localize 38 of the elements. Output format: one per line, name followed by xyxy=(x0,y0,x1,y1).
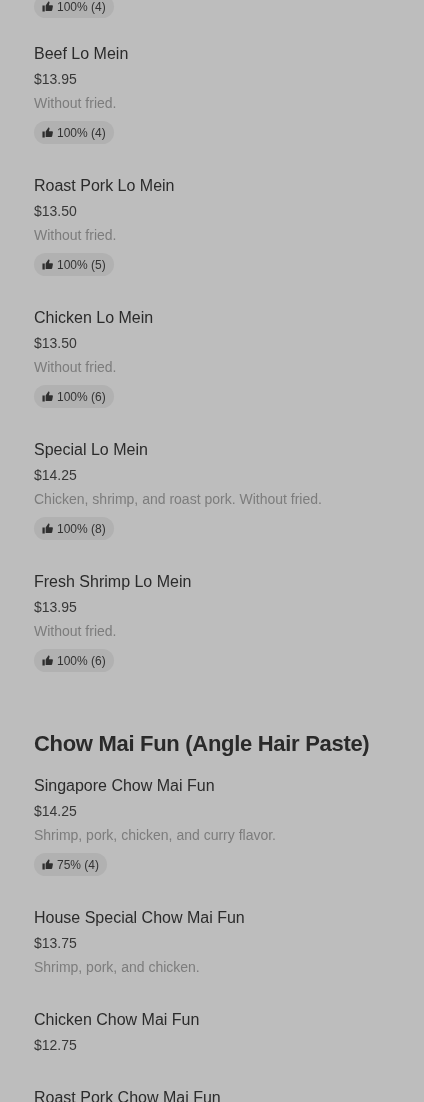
dish-price: $13.75 xyxy=(34,934,77,953)
dish-price: $12.75 xyxy=(34,1036,77,1055)
rating-text: 75% (4) xyxy=(57,857,100,872)
dish-description: Shrimp, pork, chicken, and curry flavor. xyxy=(34,826,276,845)
dish-name[interactable]: House Special Chow Mai Fun xyxy=(34,907,245,929)
section-heading: Chow Mai Fun (Angle Hair Paste) xyxy=(34,730,371,758)
thumbs-up-icon xyxy=(42,859,53,870)
dish-name[interactable]: Fresh Shrimp Lo Mein xyxy=(34,571,192,593)
dish-description: Shrimp, pork, and chicken. xyxy=(34,958,200,977)
dish-description: Without fried. xyxy=(34,94,117,113)
rating-text: 100% (4) xyxy=(57,125,106,140)
rating-text: 100% (5) xyxy=(57,257,106,272)
thumbs-up-icon xyxy=(42,127,53,138)
thumbs-up-icon xyxy=(42,259,53,270)
dish-description: Without fried. xyxy=(34,226,117,245)
thumbs-up-icon xyxy=(42,523,53,534)
dish-name[interactable]: Roast Pork Lo Mein xyxy=(34,175,175,197)
rating-text: 100% (6) xyxy=(57,653,106,668)
dish-name[interactable]: Singapore Chow Mai Fun xyxy=(34,775,215,797)
dish-description: Without fried. xyxy=(34,358,117,377)
dish-name[interactable]: Beef Lo Mein xyxy=(34,43,129,65)
dish-price: $13.50 xyxy=(34,334,77,353)
dish-description: Chicken, shrimp, and roast pork. Without fried. xyxy=(34,490,322,509)
dish-name[interactable]: Chicken Lo Mein xyxy=(34,307,154,329)
dish-description: Without fried. xyxy=(34,622,117,641)
dish-price: $13.95 xyxy=(34,70,77,89)
rating-text: 100% (8) xyxy=(57,521,106,536)
dish-price: $14.25 xyxy=(34,466,77,485)
thumbs-up-icon xyxy=(42,391,53,402)
dish-name[interactable]: Special Lo Mein xyxy=(34,439,148,461)
thumbs-up-icon xyxy=(42,655,53,666)
dish-name[interactable]: Chicken Chow Mai Fun xyxy=(34,1009,200,1031)
dish-price: $13.50 xyxy=(34,202,77,221)
thumbs-up-icon xyxy=(42,1,53,12)
rating-text: 100% (6) xyxy=(57,389,106,404)
dish-price: $14.25 xyxy=(34,802,77,821)
rating-text: 100% (4) xyxy=(57,0,106,14)
dish-price: $13.95 xyxy=(34,598,77,617)
